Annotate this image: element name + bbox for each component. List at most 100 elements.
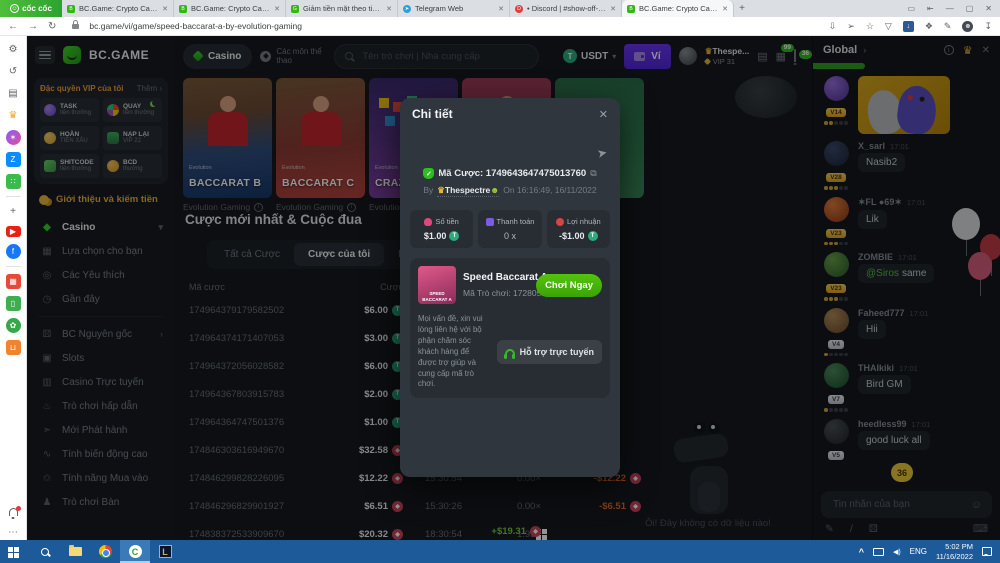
taskbar-search-icon[interactable]	[30, 540, 60, 563]
bet-author-link[interactable]: ♛Thespectre☻	[437, 185, 499, 197]
profile-icon[interactable]: ☻	[962, 21, 973, 32]
collapse-icon[interactable]: ⇤	[927, 4, 934, 13]
idm-download-icon[interactable]: ↓	[903, 21, 914, 32]
vip-tile-task[interactable]: TASKtiền thưởng	[40, 98, 99, 122]
chat-message[interactable]: V7 THAIkiki17:01 Bird GM	[821, 363, 992, 412]
command-icon[interactable]: /	[850, 523, 853, 535]
wallet-button[interactable]: Ví	[624, 44, 670, 69]
sidebar-item-new-releases[interactable]: ➣ Mới Phát hành	[27, 418, 175, 442]
file-explorer-icon[interactable]	[60, 540, 90, 563]
sidebar-item-picks[interactable]: ▦ Lựa chọn cho bạn	[27, 239, 175, 263]
sidebar-item-high-volatility[interactable]: ∿ Tính biến động cao	[27, 442, 175, 466]
forward-icon[interactable]: →	[28, 21, 38, 32]
language-indicator[interactable]: ENG	[910, 547, 927, 556]
game-card-baccarat-b[interactable]: Evolution BACCARAT B	[183, 78, 272, 198]
vip-tile-shitcode[interactable]: SHITCODEtiền thưởng	[40, 154, 99, 178]
table-row[interactable]: 174846296829901927 $6.51◆ 15:30:26 0.00×…	[189, 492, 641, 520]
coccoc-taskbar-icon[interactable]: C	[120, 540, 150, 563]
copy-icon[interactable]: ⧉	[590, 168, 596, 179]
notifications-icon[interactable]	[9, 508, 18, 516]
reload-icon[interactable]: ↻	[48, 21, 56, 32]
casino-nav-button[interactable]: Casino	[183, 44, 252, 69]
chat-image-attachment[interactable]	[858, 76, 950, 134]
avatar[interactable]	[824, 76, 849, 101]
chat-message-input[interactable]	[831, 498, 965, 511]
emoji-icon[interactable]: ☺	[971, 499, 982, 511]
annotate-icon[interactable]: ✎	[944, 21, 952, 32]
game-card-baccarat-c[interactable]: Evolution BACCARAT C	[276, 78, 365, 198]
tab-all-bets[interactable]: Tất cả Cược	[210, 243, 294, 266]
live-support-button[interactable]: Hỗ trợ trực tuyến	[497, 340, 602, 364]
browser-tab-1[interactable]: B BC.Game: Crypto Casino Ga ✕	[62, 0, 174, 17]
dice-icon[interactable]: ⚄	[869, 523, 878, 535]
shield-icon[interactable]: ▽	[885, 21, 892, 32]
reading-list-icon[interactable]: ▤	[6, 86, 21, 101]
minimize-button[interactable]: —	[946, 4, 954, 13]
chat-message[interactable]: V28 X_sarl17:01 Nasib2	[821, 141, 992, 190]
avatar[interactable]	[824, 141, 849, 166]
sidebar-item-favorites[interactable]: ◎ Các Yêu thích	[27, 263, 175, 287]
taskbar-clock[interactable]: 5:02 PM 11/16/2022	[936, 542, 973, 561]
close-button[interactable]: ✕	[985, 4, 992, 13]
start-button[interactable]	[0, 540, 30, 563]
chat-message[interactable]: V14	[821, 76, 992, 134]
chat-room-label[interactable]: Global	[823, 44, 857, 56]
tab-close-icon[interactable]: ✕	[610, 5, 616, 13]
menu-toggle-icon[interactable]	[35, 46, 55, 64]
zalo-icon[interactable]: Z	[6, 152, 21, 167]
user-info[interactable]: ♛Thespe... VIP 31	[705, 46, 749, 65]
sidebar-item-buy-feature[interactable]: ✩ Tính năng Mua vào	[27, 466, 175, 490]
quests-icon[interactable]: ▤	[757, 50, 767, 63]
sidebar-item-table-games[interactable]: ♟ Trò chơi Bàn	[27, 490, 175, 514]
vip-tile-bcd[interactable]: BCDthưởng	[103, 154, 162, 178]
tray-expand-icon[interactable]: ^	[859, 547, 864, 557]
chrome-icon[interactable]	[90, 540, 120, 563]
sports-nav-button[interactable]: Các môn thể thao	[260, 47, 326, 65]
tab-close-icon[interactable]: ✕	[274, 5, 280, 13]
info-icon[interactable]: i	[254, 203, 263, 212]
volume-icon[interactable]: ◀)	[893, 548, 901, 556]
back-icon[interactable]: ←	[8, 21, 18, 32]
chat-message[interactable]: V23 ✶FL ●69✶17:01 Lik	[821, 197, 992, 246]
avatar[interactable]	[824, 363, 849, 388]
chevron-right-icon[interactable]: ›	[863, 45, 866, 55]
extension-icon[interactable]: ❖	[925, 21, 933, 32]
more-icon[interactable]: ⋯	[6, 525, 21, 540]
url-text[interactable]: bc.game/vi/game/speed-baccarat-a-by-evol…	[89, 21, 302, 31]
crown-icon[interactable]: ♛	[6, 108, 21, 123]
downloads-icon[interactable]: ↧	[984, 21, 992, 32]
chat-close-icon[interactable]: ✕	[982, 45, 990, 56]
coccoc-brand-button[interactable]: ☺ cốc cốc	[0, 0, 62, 17]
tab-close-icon[interactable]: ✕	[722, 5, 728, 13]
search-input[interactable]	[360, 50, 528, 63]
avatar[interactable]	[824, 419, 849, 444]
modal-close-icon[interactable]: ✕	[599, 108, 608, 121]
messenger-icon[interactable]: ✶	[6, 130, 21, 145]
settings-icon[interactable]: ⚙	[6, 42, 21, 57]
format-icon[interactable]: ✎	[825, 523, 834, 535]
browser-tab-4[interactable]: ➤ Telegram Web ✕	[398, 0, 510, 17]
tab-close-icon[interactable]: ✕	[498, 5, 504, 13]
league-of-legends-icon[interactable]: L	[150, 540, 180, 563]
bcgame-logo-text[interactable]: BC.GAME	[89, 48, 149, 62]
calendar-icon[interactable]: ▦	[6, 274, 21, 289]
bell-icon[interactable]	[794, 50, 796, 62]
share-icon[interactable]: ➢	[847, 21, 855, 32]
trophy-icon[interactable]: ♛	[963, 44, 973, 57]
tab-close-icon[interactable]: ✕	[386, 5, 392, 13]
sidebar-item-bc-originals[interactable]: ⚄ BC Nguyên gốc›	[27, 322, 175, 346]
table-row[interactable]: 174838372533909670 $20.32◆ 18:30:54 1.95…	[189, 520, 641, 540]
sidebar-item-recent[interactable]: ◷ Gần đây	[27, 287, 175, 311]
share-icon[interactable]: ➤	[596, 145, 609, 161]
sidebar-item-casino[interactable]: ◆ Casino▾	[27, 215, 175, 239]
browser-tab-2[interactable]: B BC.Game: Crypto Casino Ga ✕	[174, 0, 286, 17]
leaf-icon[interactable]: ✿	[6, 318, 21, 333]
avatar[interactable]	[679, 47, 697, 65]
tab-close-icon[interactable]: ✕	[162, 5, 168, 13]
youtube-icon[interactable]: ▶	[6, 226, 21, 237]
sidebar-item-slots[interactable]: ▣ Slots	[27, 346, 175, 370]
facebook-icon[interactable]: f	[6, 244, 21, 259]
save-page-icon[interactable]: ⇩	[829, 21, 837, 32]
keyboard-icon[interactable]: ⌨	[973, 523, 988, 535]
browser-tab-3[interactable]: G Giảm tiền mặt theo tiến hóa ✕	[286, 0, 398, 17]
